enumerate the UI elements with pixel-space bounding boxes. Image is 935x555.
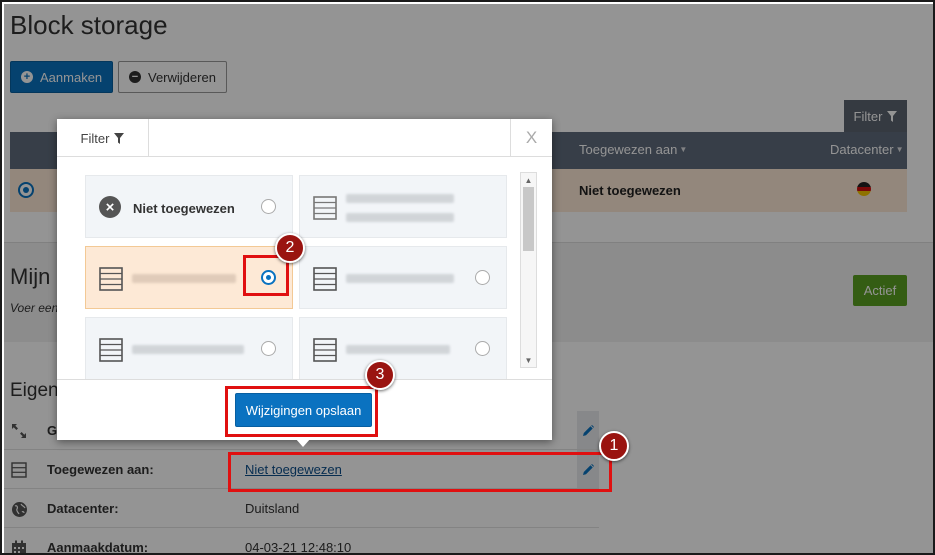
- scroll-thumb[interactable]: [523, 187, 534, 251]
- blurred-text: [346, 194, 454, 203]
- server-icon: [313, 267, 337, 296]
- highlight-box-save: [225, 386, 378, 437]
- blurred-text: [132, 345, 244, 354]
- scroll-down-icon[interactable]: ▼: [521, 354, 536, 366]
- server-icon: [99, 338, 123, 367]
- blurred-text: [346, 213, 454, 222]
- modal-filter-tab-label: Filter: [80, 130, 110, 146]
- step-badge-1: 1: [599, 431, 629, 461]
- option-card[interactable]: [299, 317, 507, 379]
- modal-header: Filter X: [57, 119, 552, 157]
- blurred-text: [346, 274, 454, 283]
- step-badge-2: 2: [275, 233, 305, 263]
- server-icon: [313, 196, 337, 225]
- option-radio[interactable]: [261, 199, 276, 214]
- step-badge-3: 3: [365, 360, 395, 390]
- option-radio[interactable]: [261, 341, 276, 356]
- modal-scrollbar[interactable]: ▲ ▼: [520, 172, 537, 368]
- blurred-text: [132, 274, 236, 283]
- option-radio[interactable]: [475, 270, 490, 285]
- option-card[interactable]: [85, 317, 293, 379]
- option-card-unassigned[interactable]: × Niet toegewezen: [85, 175, 293, 238]
- modal-filter-tab[interactable]: Filter: [57, 119, 149, 157]
- modal-caret: [295, 438, 311, 447]
- option-label: Niet toegewezen: [133, 201, 235, 216]
- server-icon: [313, 338, 337, 367]
- scroll-up-icon[interactable]: ▲: [521, 174, 536, 186]
- x-circle-icon: ×: [99, 196, 121, 218]
- option-card[interactable]: [299, 246, 507, 309]
- server-icon: [99, 267, 123, 296]
- option-card[interactable]: [299, 175, 507, 238]
- close-icon[interactable]: X: [510, 119, 552, 157]
- funnel-icon: [114, 132, 125, 144]
- option-list: × Niet toegewezen ▲ ▼: [57, 157, 552, 379]
- blurred-text: [346, 345, 450, 354]
- highlight-box-assigned: [228, 452, 612, 492]
- app-window: Block storage + Aanmaken − Verwijderen F…: [0, 0, 935, 555]
- option-radio[interactable]: [475, 341, 490, 356]
